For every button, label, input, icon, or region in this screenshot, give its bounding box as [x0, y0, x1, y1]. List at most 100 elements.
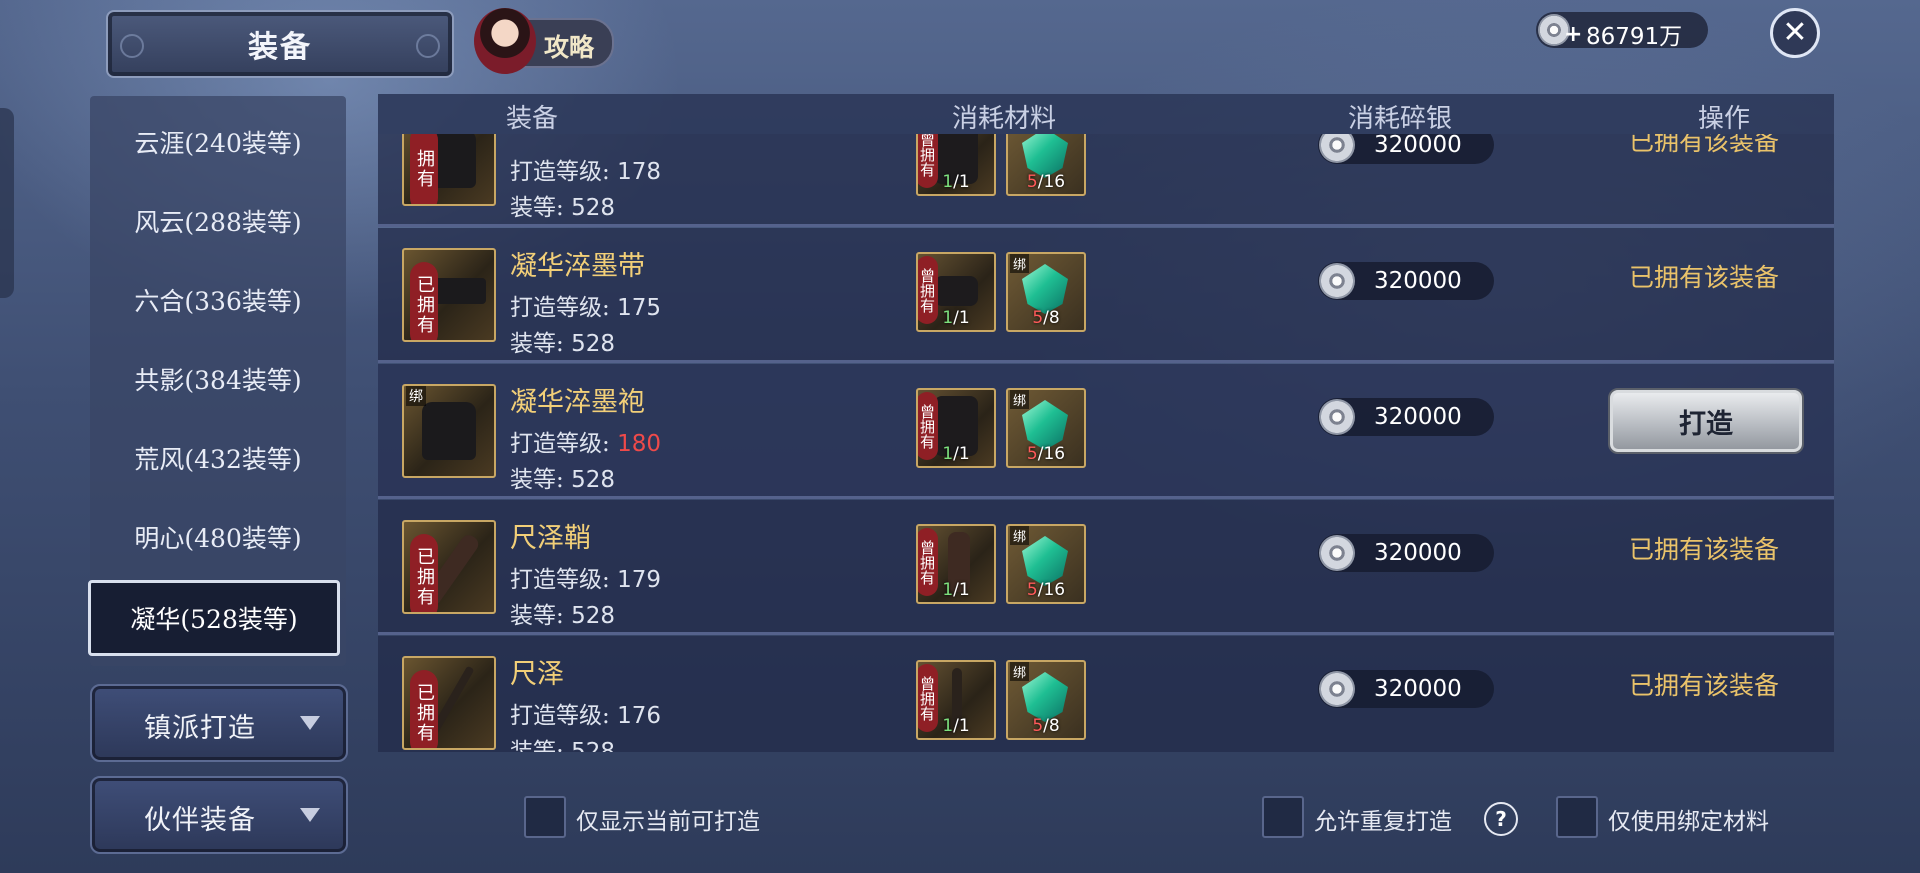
silver-coin-icon — [1319, 535, 1355, 571]
forge-level-label: 打造等级: — [510, 159, 610, 185]
equipment-list[interactable]: 拥有 打造等级: 178 装等: 528 曾拥有 1/1 5/16 320000… — [378, 134, 1834, 752]
equipment-belt-icon[interactable]: 已拥有 — [402, 248, 496, 342]
material-count: 1/1 — [918, 444, 994, 464]
forge-button[interactable]: 打造 — [1608, 388, 1804, 454]
silver-cost: 320000 — [1318, 670, 1494, 708]
material-count: 1/1 — [918, 308, 994, 328]
category-item-ninghua[interactable]: 凝华(528装等) — [88, 580, 340, 656]
owned-badge: 已拥有 — [410, 534, 438, 612]
forge-level: 打造等级: 176 — [510, 696, 661, 730]
material-previous-equipment[interactable]: 曾拥有 1/1 — [916, 134, 996, 196]
header-silver: 消耗碎银 — [1348, 104, 1453, 134]
forge-level-value: 176 — [617, 703, 661, 729]
owned-badge: 已拥有 — [410, 262, 438, 340]
forge-level-value: 179 — [617, 567, 661, 593]
material-have: 1 — [942, 444, 954, 464]
dropdown-label: 镇派打造 — [144, 713, 256, 744]
owned-badge: 拥有 — [410, 134, 438, 204]
silver-currency-display[interactable]: + 86791万 — [1536, 12, 1708, 50]
material-have: 1 — [942, 172, 954, 192]
page-title: 装备 — [248, 30, 312, 65]
material-gem[interactable]: 5/16 — [1006, 134, 1086, 196]
equip-level-value: 528 — [571, 739, 615, 752]
forge-level: 打造等级: 179 — [510, 560, 661, 594]
material-have: 5 — [1026, 444, 1038, 464]
ornament-icon — [120, 34, 144, 58]
equipment-sheath-icon[interactable]: 已拥有 — [402, 520, 496, 614]
material-previous-equipment[interactable]: 曾拥有 1/1 — [916, 660, 996, 740]
equip-level: 装等: 528 — [510, 596, 615, 630]
silver-cost-value: 320000 — [1374, 540, 1462, 566]
equip-level-label: 装等: — [510, 603, 564, 629]
allow-repeat-label: 允许重复打造 — [1314, 809, 1452, 835]
material-gem[interactable]: 绑 5/8 — [1006, 660, 1086, 740]
material-have: 5 — [1032, 308, 1044, 328]
equip-level: 装等: 528 — [510, 324, 615, 358]
material-count: 5/16 — [1008, 580, 1084, 600]
table-row: 已拥有 凝华淬墨带 打造等级: 175 装等: 528 曾拥有 1/1 绑 5/… — [378, 228, 1834, 363]
equipment-robe-icon[interactable]: 拥有 — [402, 134, 496, 206]
equipment-name: 凝华淬墨袍 — [510, 387, 645, 418]
help-icon[interactable]: ? — [1484, 802, 1518, 836]
guide-portrait-icon — [474, 8, 536, 74]
silver-cost: 320000 — [1318, 534, 1494, 572]
bound-only-label: 仅使用绑定材料 — [1608, 809, 1769, 835]
material-count: 5/8 — [1008, 308, 1084, 328]
partner-equip-dropdown[interactable]: 伙伴装备 — [90, 776, 348, 854]
add-currency-icon[interactable]: + — [1564, 24, 1582, 46]
silver-cost-value: 320000 — [1374, 676, 1462, 702]
silver-coin-icon — [1319, 399, 1355, 435]
owned-badge: 已拥有 — [410, 670, 438, 748]
material-have: 5 — [1026, 580, 1038, 600]
material-previous-equipment[interactable]: 曾拥有 1/1 — [916, 252, 996, 332]
equipment-weapon-icon[interactable]: 已拥有 — [402, 656, 496, 750]
allow-repeat-checkbox[interactable] — [1262, 796, 1304, 838]
forge-level-label: 打造等级: — [510, 431, 610, 457]
already-owned-text: 已拥有该装备 — [1628, 134, 1779, 156]
material-previous-equipment[interactable]: 曾拥有 1/1 — [916, 524, 996, 604]
bound-tag: 绑 — [406, 386, 426, 406]
zhenpai-forge-dropdown[interactable]: 镇派打造 — [90, 684, 348, 762]
equipment-robe-icon[interactable]: 绑 — [402, 384, 496, 478]
only-forgeable-label: 仅显示当前可打造 — [576, 809, 760, 835]
equip-level: 装等: 528 — [510, 460, 615, 494]
material-gem[interactable]: 绑 5/8 — [1006, 252, 1086, 332]
close-button[interactable]: ✕ — [1770, 8, 1820, 58]
material-have: 1 — [942, 580, 954, 600]
guide-label: 攻略 — [544, 33, 595, 62]
category-item-gongying[interactable]: 共影(384装等) — [90, 343, 346, 415]
material-gem[interactable]: 绑 5/16 — [1006, 388, 1086, 468]
side-edge-tab[interactable] — [0, 108, 14, 298]
material-previous-equipment[interactable]: 曾拥有 1/1 — [916, 388, 996, 468]
material-have: 1 — [942, 308, 954, 328]
bound-only-checkbox[interactable] — [1556, 796, 1598, 838]
forge-level-value: 175 — [617, 295, 661, 321]
material-have: 5 — [1032, 716, 1044, 736]
silver-cost-value: 320000 — [1374, 268, 1462, 294]
forge-level-label: 打造等级: — [510, 567, 610, 593]
material-gem[interactable]: 绑 5/16 — [1006, 524, 1086, 604]
chevron-down-icon — [300, 716, 320, 730]
only-forgeable-checkbox[interactable] — [524, 796, 566, 838]
category-item-yunya[interactable]: 云涯(240装等) — [90, 106, 346, 178]
equipment-name: 尺泽 — [510, 659, 564, 690]
forge-level-label: 打造等级: — [510, 295, 610, 321]
material-need: /1 — [953, 444, 970, 464]
material-count: 1/1 — [918, 716, 994, 736]
category-item-mingxin[interactable]: 明心(480装等) — [90, 501, 346, 573]
equip-level-value: 528 — [571, 331, 615, 357]
guide-button[interactable]: 攻略 — [474, 8, 614, 74]
equip-level-value: 528 — [571, 195, 615, 221]
equip-level-label: 装等: — [510, 331, 564, 357]
silver-cost: 320000 — [1318, 134, 1494, 164]
category-item-fengyun[interactable]: 风云(288装等) — [90, 185, 346, 257]
forge-level: 打造等级: 175 — [510, 288, 661, 322]
header-action: 操作 — [1698, 104, 1751, 134]
category-item-liuhe[interactable]: 六合(336装等) — [90, 264, 346, 336]
table-row: 已拥有 尺泽 打造等级: 176 装等: 528 曾拥有 1/1 绑 5/8 3… — [378, 636, 1834, 752]
material-need: /1 — [953, 308, 970, 328]
equip-level-label: 装等: — [510, 195, 564, 221]
bound-tag: 绑 — [1010, 390, 1030, 409]
header-materials: 消耗材料 — [952, 104, 1057, 134]
category-item-huangfeng[interactable]: 荒风(432装等) — [90, 422, 346, 494]
